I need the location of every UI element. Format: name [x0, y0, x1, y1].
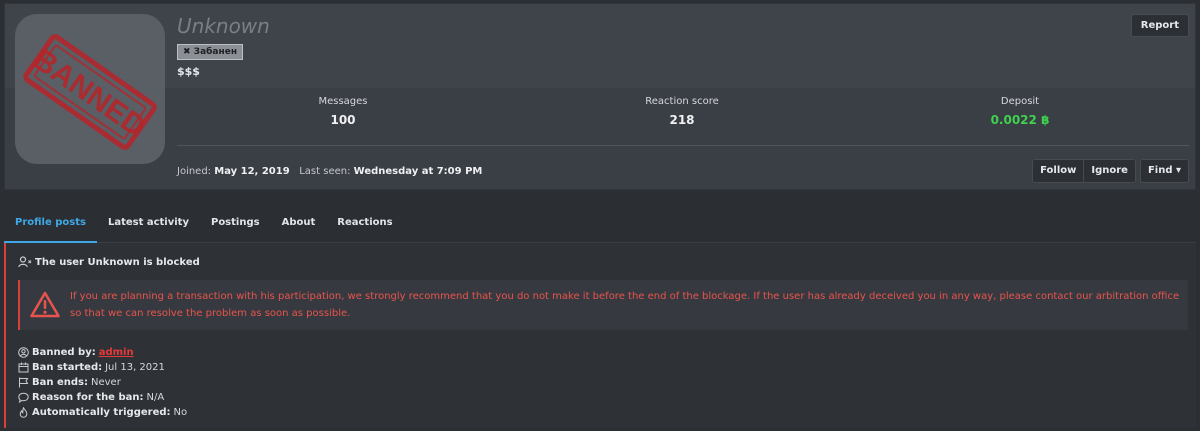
banned-stamp-icon: BANNED — [23, 34, 157, 150]
report-button[interactable]: Report — [1130, 14, 1189, 37]
blocked-notice: The user Unknown is blocked If you are p… — [4, 243, 1196, 428]
joined-date: May 12, 2019 — [214, 166, 290, 177]
blocked-title: The user Unknown is blocked — [18, 256, 200, 268]
profile-header: BANNED Unknown ✖ Забанен $$$ Report Mess… — [4, 3, 1196, 190]
ban-row-auto: Automatically triggered: No — [18, 405, 187, 420]
last-seen-label: Last seen: — [299, 166, 351, 177]
ban-row-banned-by: Banned by: admin — [18, 345, 187, 360]
tab-about[interactable]: About — [271, 205, 327, 243]
tab-postings[interactable]: Postings — [200, 205, 271, 243]
username: Unknown — [177, 14, 270, 38]
ban-row-ends: Ban ends: Never — [18, 375, 187, 390]
ban-reason-label: Reason for the ban: — [32, 392, 144, 403]
ban-started-value: Jul 13, 2021 — [105, 362, 165, 373]
warning-text: If you are planning a transaction with h… — [70, 291, 1180, 319]
profile-actions: Follow Ignore Find ▾ — [1032, 159, 1189, 183]
ban-row-reason: Reason for the ban: N/A — [18, 390, 187, 405]
user-blocked-icon — [18, 256, 32, 268]
joined-label: Joined: — [177, 166, 212, 177]
stat-label: Reaction score — [645, 96, 719, 107]
auto-triggered-label: Automatically triggered: — [32, 407, 171, 418]
user-title: $$$ — [177, 65, 200, 78]
ban-details: Banned by: admin Ban started: Jul 13, 20… — [18, 345, 187, 420]
calendar-icon — [18, 362, 29, 373]
profile-tabs: Profile posts Latest activity Postings A… — [4, 205, 1196, 243]
stat-value: 100 — [330, 113, 356, 127]
last-seen-value: Wednesday at 7:09 PM — [353, 166, 483, 177]
flag-icon — [19, 377, 29, 388]
ban-ends-label: Ban ends: — [32, 377, 88, 388]
stat-value: 0.0022 ฿ — [990, 113, 1050, 127]
banned-by-link[interactable]: admin — [99, 345, 134, 360]
tab-profile-posts[interactable]: Profile posts — [4, 205, 97, 243]
warning-box: If you are planning a transaction with h… — [18, 280, 1188, 330]
comment-icon — [18, 392, 29, 403]
profile-stats: Messages 100 Reaction score 218 Deposit … — [177, 96, 1189, 146]
ban-started-label: Ban started: — [32, 362, 103, 373]
ban-ends-value: Never — [90, 377, 121, 388]
auto-triggered-value: No — [173, 407, 188, 418]
fire-icon — [19, 407, 28, 418]
ignore-button[interactable]: Ignore — [1083, 159, 1136, 183]
banned-by-label: Banned by: — [32, 347, 96, 358]
stat-deposit: Deposit 0.0022 ฿ — [920, 96, 1120, 127]
blocked-title-text: The user Unknown is blocked — [35, 256, 200, 268]
stat-messages[interactable]: Messages 100 — [243, 96, 443, 127]
tab-latest-activity[interactable]: Latest activity — [97, 205, 200, 243]
stat-label: Deposit — [1000, 96, 1040, 107]
banned-badge: ✖ Забанен — [177, 44, 244, 60]
stat-label: Messages — [318, 96, 368, 107]
ban-row-started: Ban started: Jul 13, 2021 — [18, 360, 187, 375]
find-dropdown[interactable]: Find ▾ — [1139, 159, 1189, 183]
avatar[interactable]: BANNED — [15, 14, 165, 164]
follow-button[interactable]: Follow — [1032, 159, 1085, 183]
ban-reason-value: N/A — [146, 392, 165, 403]
stat-reaction-score[interactable]: Reaction score 218 — [582, 96, 782, 127]
warning-icon — [30, 291, 60, 318]
user-circle-icon — [18, 347, 29, 358]
stat-value: 218 — [669, 113, 695, 127]
joined-info: Joined: May 12, 2019 Last seen: Wednesda… — [177, 166, 482, 177]
tab-reactions[interactable]: Reactions — [326, 205, 403, 243]
